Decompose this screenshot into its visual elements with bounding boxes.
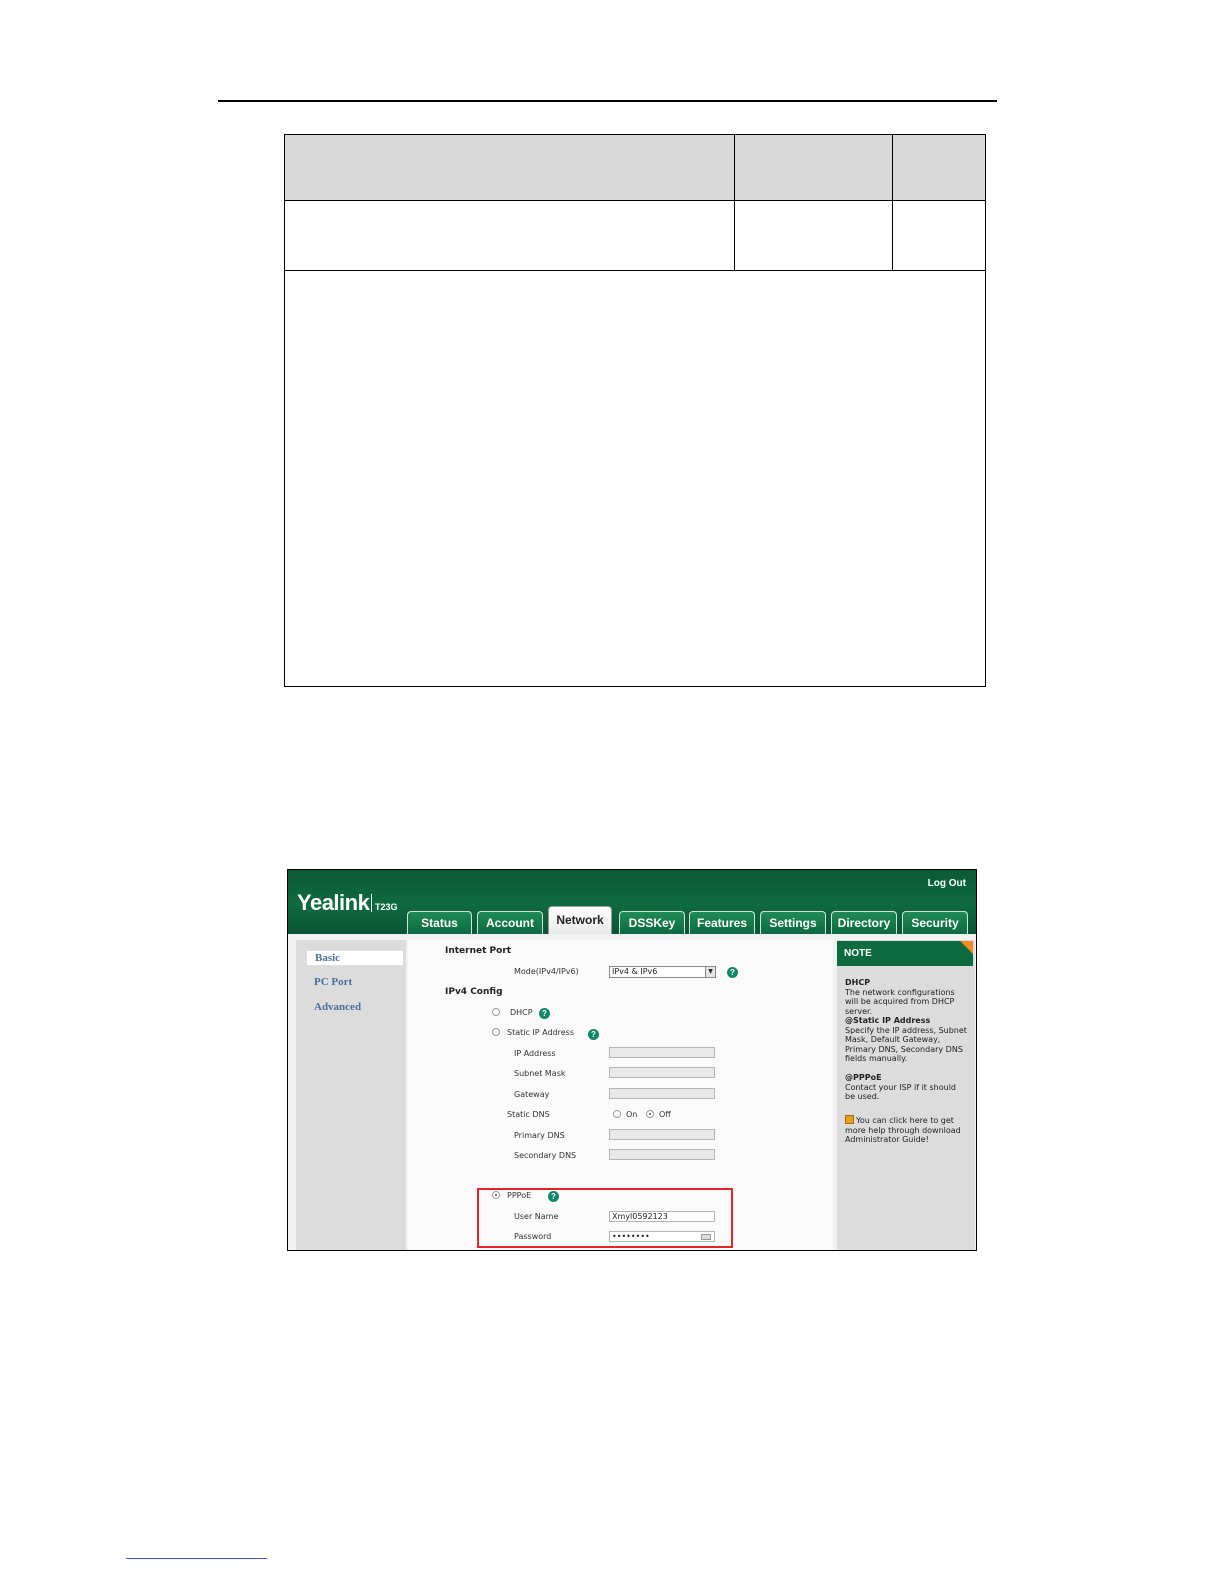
note-static-title: @Static IP Address bbox=[845, 1016, 931, 1025]
user-name-field[interactable]: Xmyl0592123 bbox=[609, 1211, 715, 1222]
password-label: Password bbox=[514, 1232, 552, 1241]
subnet-mask-label: Subnet Mask bbox=[514, 1069, 566, 1078]
note-dhcp: DHCP The network configurations will be … bbox=[845, 978, 967, 1016]
sidebar-item-advanced[interactable]: Advanced bbox=[314, 1001, 414, 1013]
static-dns-on-radio[interactable] bbox=[613, 1110, 621, 1118]
password-field[interactable]: •••••••• bbox=[609, 1231, 715, 1242]
mode-label: Mode(IPv4/IPv6) bbox=[514, 967, 579, 976]
tab-account[interactable]: Account bbox=[477, 911, 543, 934]
keyboard-icon bbox=[701, 1234, 711, 1240]
chevron-down-icon[interactable]: ▼ bbox=[705, 967, 715, 977]
gateway-field[interactable] bbox=[609, 1088, 715, 1099]
dhcp-label: DHCP bbox=[510, 1008, 533, 1017]
brand-logo: Yealink bbox=[297, 890, 370, 915]
column-divider bbox=[892, 135, 893, 270]
static-ip-radio[interactable] bbox=[492, 1028, 500, 1036]
mode-select[interactable]: IPv4 & IPv6 ▼ bbox=[609, 966, 716, 978]
primary-dns-label: Primary DNS bbox=[514, 1131, 565, 1140]
model-label: T23G bbox=[375, 902, 398, 912]
tab-directory[interactable]: Directory bbox=[831, 911, 897, 934]
tab-settings[interactable]: Settings bbox=[760, 911, 826, 934]
tab-security[interactable]: Security bbox=[902, 911, 968, 934]
secondary-dns-label: Secondary DNS bbox=[514, 1151, 577, 1160]
logo-divider bbox=[371, 894, 372, 912]
dhcp-radio[interactable] bbox=[492, 1008, 500, 1016]
web-ui-screenshot: Log Out Yealink T23G Status Account Netw… bbox=[287, 869, 977, 1251]
password-value: •••••••• bbox=[612, 1232, 650, 1241]
sidebar-item-pc-port[interactable]: PC Port bbox=[314, 976, 414, 988]
static-dns-on-label: On bbox=[626, 1110, 638, 1119]
section-ipv4-config: IPv4 Config bbox=[445, 987, 503, 997]
header-rule bbox=[218, 100, 997, 102]
note-static-text: Specify the IP address, Subnet Mask, Def… bbox=[845, 1025, 967, 1064]
guide-book-icon bbox=[845, 1115, 854, 1124]
ip-address-label: IP Address bbox=[514, 1049, 556, 1058]
note-title: NOTE bbox=[837, 941, 973, 966]
user-name-label: User Name bbox=[514, 1212, 559, 1221]
document-table bbox=[284, 134, 986, 687]
table-row bbox=[285, 201, 985, 271]
help-icon[interactable]: ? bbox=[588, 1029, 599, 1040]
top-bar: Log Out Yealink T23G Status Account Netw… bbox=[288, 870, 976, 934]
secondary-dns-field[interactable] bbox=[609, 1149, 715, 1160]
logout-link[interactable]: Log Out bbox=[928, 878, 966, 889]
note-help-text: You can click here to get more help thro… bbox=[845, 1116, 961, 1144]
tab-network[interactable]: Network bbox=[548, 906, 612, 934]
note-help-link[interactable]: You can click here to get more help thro… bbox=[845, 1115, 967, 1145]
table-header-row bbox=[285, 135, 985, 201]
help-icon[interactable]: ? bbox=[539, 1008, 550, 1019]
note-pppoe: @PPPoE Contact your ISP if it should be … bbox=[845, 1073, 967, 1102]
section-internet-port: Internet Port bbox=[445, 946, 512, 956]
pppoe-radio[interactable] bbox=[492, 1191, 500, 1199]
note-dhcp-title: DHCP bbox=[845, 978, 871, 987]
primary-dns-field[interactable] bbox=[609, 1129, 715, 1140]
ip-address-field[interactable] bbox=[609, 1047, 715, 1058]
column-divider bbox=[734, 135, 735, 270]
static-dns-off-label: Off bbox=[659, 1110, 671, 1119]
gateway-label: Gateway bbox=[514, 1090, 550, 1099]
mode-select-value: IPv4 & IPv6 bbox=[612, 967, 658, 976]
note-pppoe-text: Contact your ISP if it should be used. bbox=[845, 1082, 956, 1102]
subnet-mask-field[interactable] bbox=[609, 1067, 715, 1078]
note-pppoe-title: @PPPoE bbox=[845, 1073, 882, 1082]
sidebar-item-basic[interactable]: Basic bbox=[306, 950, 404, 966]
help-icon[interactable]: ? bbox=[727, 967, 738, 978]
static-dns-label: Static DNS bbox=[507, 1110, 550, 1119]
help-icon[interactable]: ? bbox=[548, 1191, 559, 1202]
note-static: @Static IP Address Specify the IP addres… bbox=[845, 1016, 967, 1064]
footer-link-rule bbox=[126, 1558, 267, 1559]
tab-dsskey[interactable]: DSSKey bbox=[619, 911, 685, 934]
note-corner bbox=[960, 941, 973, 954]
tab-status[interactable]: Status bbox=[407, 911, 472, 934]
note-dhcp-text: The network configurations will be acqui… bbox=[845, 987, 955, 1016]
tab-features[interactable]: Features bbox=[689, 911, 755, 934]
static-ip-label: Static IP Address bbox=[507, 1028, 575, 1037]
static-dns-off-radio[interactable] bbox=[646, 1110, 654, 1118]
pppoe-label: PPPoE bbox=[507, 1191, 532, 1200]
